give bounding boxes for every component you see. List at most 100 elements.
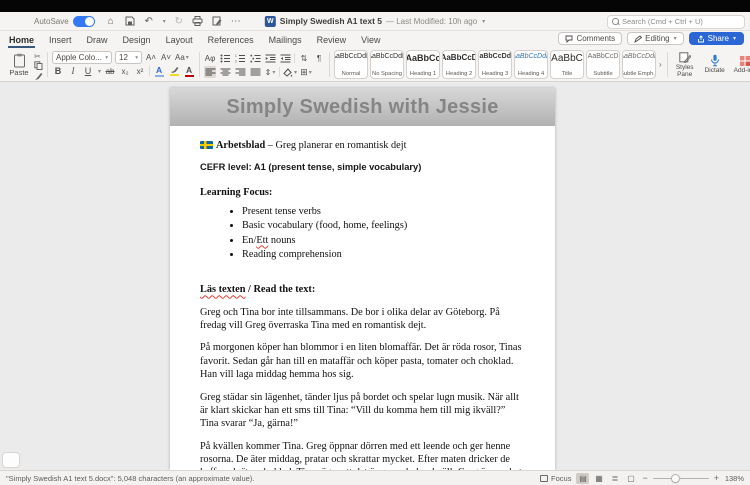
print-icon[interactable] bbox=[192, 15, 204, 27]
outline-view-button[interactable]: ≣ bbox=[608, 473, 621, 484]
line-spacing-button[interactable]: ⇕ ▾ bbox=[264, 66, 276, 78]
print-layout-view-button[interactable]: ▤ bbox=[576, 472, 590, 484]
align-right-button[interactable] bbox=[234, 66, 246, 78]
document-title-area[interactable]: W Simply Swedish A1 text 5 — Last Modifi… bbox=[264, 12, 485, 30]
web-layout-view-button[interactable]: ▦ bbox=[592, 473, 605, 484]
share-button[interactable]: Share ▾ bbox=[688, 32, 744, 45]
style-chip-heading3[interactable]: AaBbCcDdEHeading 3 bbox=[478, 50, 513, 79]
style-chip-subtle-emphasis[interactable]: AaBbCcDdESubtle Emph... bbox=[622, 50, 657, 79]
undo-dropdown-caret[interactable]: ▾ bbox=[163, 18, 166, 25]
redo-icon[interactable]: ↻ bbox=[173, 15, 185, 27]
tab-layout[interactable]: Layout bbox=[165, 33, 194, 48]
style-chip-title[interactable]: AaBbC Title bbox=[550, 50, 585, 79]
search-input[interactable]: Search (Cmd + Ctrl + U) bbox=[607, 14, 745, 29]
change-case-button[interactable]: Aa ▾ bbox=[175, 52, 189, 64]
sidebar-toggle[interactable] bbox=[2, 452, 20, 468]
document-page[interactable]: Simply Swedish with Jessie Arbetsblad – … bbox=[170, 88, 555, 470]
dictate-button[interactable]: Dictate bbox=[702, 50, 728, 79]
font-name-combobox[interactable]: Apple Colo... ▾ bbox=[52, 51, 112, 64]
borders-button[interactable]: ⊞ ▾ bbox=[300, 66, 312, 78]
show-formatting-button[interactable]: ¶ bbox=[313, 52, 325, 64]
tab-draw[interactable]: Draw bbox=[86, 33, 109, 48]
increase-indent-button[interactable] bbox=[279, 52, 291, 64]
tab-home[interactable]: Home bbox=[8, 33, 36, 48]
document-workspace[interactable]: Simply Swedish with Jessie Arbetsblad – … bbox=[0, 82, 750, 470]
tab-view[interactable]: View bbox=[360, 33, 381, 48]
save-icon[interactable] bbox=[124, 15, 136, 27]
zoom-slider-thumb[interactable] bbox=[670, 473, 680, 483]
format-painter-icon[interactable] bbox=[211, 15, 223, 27]
style-chip-heading4[interactable]: AaBbCcDdEHeading 4 bbox=[514, 50, 549, 79]
spellcheck-flagged-phrase: Läs texten bbox=[200, 284, 246, 296]
decrease-indent-button[interactable] bbox=[264, 52, 276, 64]
copy-icon[interactable] bbox=[34, 61, 43, 72]
focus-icon bbox=[540, 474, 549, 482]
style-chip-subtitle[interactable]: AaBbCcD Subtitle bbox=[586, 50, 621, 79]
italic-button[interactable]: I bbox=[67, 65, 79, 77]
more-commands-icon[interactable]: ⋯ bbox=[230, 15, 242, 27]
cut-icon[interactable]: ✂ bbox=[34, 52, 43, 61]
shading-button[interactable]: ▾ bbox=[283, 66, 297, 78]
strikethrough-button[interactable]: ab bbox=[104, 65, 116, 77]
autosave-toggle[interactable] bbox=[72, 15, 95, 27]
addins-button[interactable]: Add-ins bbox=[732, 50, 750, 79]
spellcheck-flagged-word: Ett bbox=[256, 234, 269, 246]
style-chip-normal[interactable]: AaBbCcDdENormal bbox=[334, 50, 369, 79]
character-count-status[interactable]: "Simply Swedish A1 text 5.docx": 5,048 c… bbox=[6, 474, 540, 483]
bold-button[interactable]: B bbox=[52, 65, 64, 77]
phonetic-guide-button[interactable]: Aφ bbox=[204, 52, 216, 64]
style-chip-heading2[interactable]: AaBbCcD Heading 2 bbox=[442, 50, 477, 79]
style-chip-heading1[interactable]: AaBbCc Heading 1 bbox=[406, 50, 441, 79]
paste-label: Paste bbox=[9, 67, 29, 77]
zoom-percentage[interactable]: 138% bbox=[724, 474, 744, 483]
subscript-button[interactable]: x₂ bbox=[119, 65, 131, 77]
numbered-list-button[interactable]: 12 bbox=[234, 52, 246, 64]
tab-references[interactable]: References bbox=[207, 33, 255, 48]
story-paragraph-3: Greg städar sin lägenhet, tänder ljus på… bbox=[200, 391, 519, 430]
grow-font-button[interactable]: A˄ bbox=[145, 52, 157, 64]
superscript-button[interactable]: x² bbox=[134, 65, 146, 77]
focus-toggle[interactable]: Focus bbox=[540, 474, 571, 483]
align-left-button[interactable] bbox=[204, 66, 217, 78]
font-size-combobox[interactable]: 12 ▾ bbox=[115, 51, 142, 64]
document-body[interactable]: Arbetsblad – Greg planerar en romantisk … bbox=[170, 126, 555, 470]
multilevel-list-button[interactable] bbox=[249, 52, 261, 64]
sort-button[interactable]: ⇅ bbox=[298, 52, 310, 64]
tab-review[interactable]: Review bbox=[316, 33, 348, 48]
style-brush-icon[interactable] bbox=[34, 72, 43, 81]
zoom-slider[interactable] bbox=[652, 473, 709, 483]
ribbon-tab-row: Home Insert Draw Design Layout Reference… bbox=[0, 31, 750, 48]
gallery-expand-icon[interactable]: › bbox=[658, 60, 663, 69]
highlight-color-button[interactable] bbox=[168, 65, 180, 77]
comments-button[interactable]: Comments bbox=[558, 32, 623, 45]
styles-pane-icon bbox=[678, 51, 691, 64]
zoom-out-button[interactable]: − bbox=[642, 473, 647, 483]
justify-button[interactable] bbox=[249, 66, 261, 78]
tab-mailings[interactable]: Mailings bbox=[268, 33, 303, 48]
addins-grid-icon bbox=[739, 54, 750, 67]
bullet3-pre: En/ bbox=[242, 234, 257, 246]
toggle-knob bbox=[84, 16, 94, 26]
draft-view-button[interactable]: ▢ bbox=[624, 473, 637, 484]
bullet-list-button[interactable] bbox=[219, 52, 231, 64]
style-chip-no-spacing[interactable]: AaBbCcDdENo Spacing bbox=[370, 50, 405, 79]
align-center-button[interactable] bbox=[219, 66, 231, 78]
zoom-in-button[interactable]: + bbox=[714, 473, 719, 483]
title-dropdown-caret[interactable]: ▾ bbox=[482, 18, 485, 25]
styles-pane-button[interactable]: Styles Pane bbox=[672, 50, 698, 79]
highlight-bar bbox=[169, 74, 179, 77]
editing-mode-button[interactable]: Editing ▾ bbox=[627, 32, 684, 45]
tab-design[interactable]: Design bbox=[122, 33, 152, 48]
paste-button[interactable]: Paste bbox=[6, 50, 32, 79]
tab-action-buttons: Comments Editing ▾ Share ▾ bbox=[558, 32, 744, 45]
tab-insert[interactable]: Insert bbox=[48, 33, 73, 48]
ribbon-divider bbox=[47, 52, 48, 77]
text-effects-bar bbox=[154, 74, 164, 77]
underline-button[interactable]: U bbox=[82, 65, 94, 77]
shrink-font-button[interactable]: A˅ bbox=[160, 52, 172, 64]
font-color-button[interactable]: A bbox=[183, 65, 195, 77]
undo-icon[interactable]: ↶ bbox=[143, 15, 155, 27]
home-icon[interactable]: ⌂ bbox=[105, 15, 117, 27]
text-effects-button[interactable]: A bbox=[153, 65, 165, 77]
underline-caret[interactable]: ▾ bbox=[98, 68, 101, 75]
